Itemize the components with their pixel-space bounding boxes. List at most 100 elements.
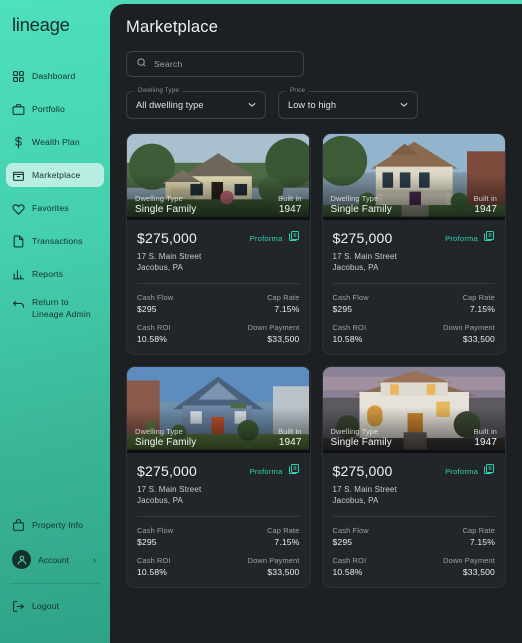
- listing-photo: Dwelling Type Single Family Built in 194…: [322, 134, 505, 220]
- price-sort-select[interactable]: Price Low to high: [278, 87, 418, 119]
- listing-stats: Cash Flow $295 Cap Rate 7.15% Cash ROI 10.5…: [137, 526, 300, 577]
- sidebar-divider: [10, 583, 100, 584]
- sidebar-item-account[interactable]: Account ›: [6, 546, 104, 573]
- address-line-2: Jacobus, PA: [137, 263, 183, 272]
- sidebar-item-label: Favorites: [32, 203, 69, 213]
- search-placeholder: Search: [154, 59, 183, 69]
- proforma-icon: [483, 229, 495, 247]
- cash-roi-value: 10.58%: [137, 567, 168, 577]
- photo-overlay: Dwelling Type Single Family Built in 194…: [135, 427, 302, 448]
- bar-chart-icon: [12, 268, 25, 281]
- dwelling-type-select[interactable]: Dwelling Type All dwelling type: [126, 87, 266, 119]
- down-payment-value: $33,500: [267, 334, 300, 344]
- proforma-icon: [483, 462, 495, 480]
- down-payment-value: $33,500: [462, 334, 495, 344]
- listing-stats: Cash Flow $295 Cap Rate 7.15% Cash ROI 10.5…: [333, 293, 496, 344]
- photo-overlay: Dwelling Type Single Family Built in 194…: [331, 427, 498, 448]
- cash-flow-value: $295: [332, 304, 353, 314]
- cash-flow-label: Cash Flow: [137, 526, 174, 535]
- down-payment-label: Down Payment: [247, 323, 300, 332]
- sidebar-item-dashboard[interactable]: Dashboard: [6, 64, 104, 88]
- briefcase-icon: [12, 103, 25, 116]
- cap-rate-label: Cap Rate: [462, 293, 495, 302]
- listing-photo: Dwelling Type Single Family Built in 194…: [127, 134, 310, 220]
- sidebar-item-label: Logout: [32, 601, 60, 611]
- listing-stats: Cash Flow $295 Cap Rate 7.15% Cash ROI 10.5…: [333, 526, 496, 577]
- down-payment-value: $33,500: [267, 567, 300, 577]
- card-divider: [137, 283, 300, 284]
- cash-flow-label: Cash Flow: [332, 293, 369, 302]
- page-title: Marketplace: [126, 18, 219, 36]
- sidebar-item-portfolio[interactable]: Portfolio: [6, 97, 104, 121]
- listing-card[interactable]: Dwelling Type Single Family Built in 194…: [126, 133, 311, 355]
- cash-flow-label: Cash Flow: [137, 293, 174, 302]
- price-sort-value: Low to high: [288, 100, 337, 110]
- sidebar-item-transactions[interactable]: Transactions: [6, 229, 104, 253]
- listing-card[interactable]: Dwelling Type Single Family Built in 194…: [321, 366, 506, 588]
- cash-roi-label: Cash ROI: [137, 323, 171, 332]
- sidebar-item-wealth-plan[interactable]: Wealth Plan: [6, 130, 104, 154]
- account-label: Account: [38, 554, 70, 565]
- listing-address: 17 S. Main Street Jacobus, PA: [333, 251, 496, 273]
- document-icon: [12, 235, 25, 248]
- sidebar-bottom: Property Info Account › Logout: [0, 513, 110, 643]
- cap-rate-value: 7.15%: [469, 537, 495, 547]
- built-in-value: 1947: [278, 437, 302, 448]
- listing-price: $275,000: [332, 463, 393, 479]
- cap-rate-value: 7.15%: [469, 304, 495, 314]
- price-row: $275,000 Proforma: [333, 462, 496, 480]
- dwelling-type-caption: Dwelling Type: [330, 194, 379, 203]
- cash-flow-value: $295: [332, 537, 353, 547]
- listing-price: $275,000: [332, 230, 393, 246]
- sidebar-item-reports[interactable]: Reports: [6, 262, 104, 286]
- stat-row: Cash Flow $295 Cap Rate 7.15%: [137, 293, 300, 314]
- down-payment-value: $33,500: [462, 567, 495, 577]
- sidebar-item-label: Wealth Plan: [32, 137, 80, 147]
- sidebar-item-label: Dashboard: [32, 71, 76, 81]
- cash-flow-value: $295: [137, 537, 157, 547]
- sidebar-item-favorites[interactable]: Favorites: [6, 196, 104, 220]
- dwelling-type-caption: Dwelling Type: [330, 427, 379, 436]
- listing-details: $275,000 Proforma 17 S. Main Street Jaco…: [323, 453, 506, 587]
- address-line-1: 17 S. Main Street: [137, 252, 202, 261]
- proforma-label: Proforma: [445, 233, 478, 243]
- dwelling-type-value: Single Family: [135, 204, 197, 215]
- cash-roi-label: Cash ROI: [332, 556, 367, 565]
- listing-card[interactable]: Dwelling Type Single Family Built in 194…: [126, 366, 311, 588]
- built-in-value: 1947: [474, 437, 497, 448]
- sidebar-item-logout[interactable]: Logout: [6, 594, 104, 618]
- chevron-right-icon: ›: [93, 554, 96, 565]
- filter-bar: Dwelling Type All dwelling type Price Lo…: [126, 87, 506, 119]
- proforma-button[interactable]: Proforma: [445, 462, 495, 480]
- sidebar-item-marketplace[interactable]: Marketplace: [6, 163, 104, 187]
- heart-icon: [12, 202, 25, 215]
- listing-grid: Dwelling Type Single Family Built in 194…: [126, 133, 506, 588]
- built-in-value: 1947: [278, 204, 302, 215]
- stat-row: Cash Flow $295 Cap Rate 7.15%: [137, 526, 300, 547]
- address-line-1: 17 S. Main Street: [137, 485, 202, 494]
- card-divider: [137, 516, 300, 517]
- logout-icon: [12, 600, 25, 613]
- app-logo[interactable]: lineage: [12, 14, 110, 36]
- dashboard-icon: [12, 70, 25, 83]
- sidebar-nav: Dashboard Portfolio Wealth Plan Marketpl…: [0, 64, 110, 320]
- search-input[interactable]: Search: [126, 51, 304, 77]
- proforma-button[interactable]: Proforma: [445, 229, 495, 247]
- cap-rate-value: 7.15%: [274, 304, 300, 314]
- address-line-2: Jacobus, PA: [332, 496, 379, 505]
- stat-row: Cash ROI 10.58% Down Payment $33,500: [137, 323, 300, 344]
- down-payment-label: Down Payment: [443, 556, 495, 565]
- cash-roi-value: 10.58%: [332, 334, 363, 344]
- listing-card[interactable]: Dwelling Type Single Family Built in 194…: [321, 133, 506, 355]
- cash-roi-value: 10.58%: [332, 567, 363, 577]
- address-line-1: 17 S. Main Street: [332, 485, 397, 494]
- chevron-down-icon: [400, 102, 408, 109]
- proforma-button[interactable]: Proforma: [250, 229, 300, 247]
- sidebar-item-property-info[interactable]: Property Info: [6, 513, 104, 537]
- cash-roi-label: Cash ROI: [332, 323, 367, 332]
- proforma-button[interactable]: Proforma: [250, 462, 300, 480]
- search-icon: [136, 55, 147, 73]
- sidebar-item-return-to-admin[interactable]: Return to Lineage Admin: [6, 295, 104, 320]
- listing-price: $275,000: [137, 230, 197, 246]
- listing-address: 17 S. Main Street Jacobus, PA: [137, 251, 300, 273]
